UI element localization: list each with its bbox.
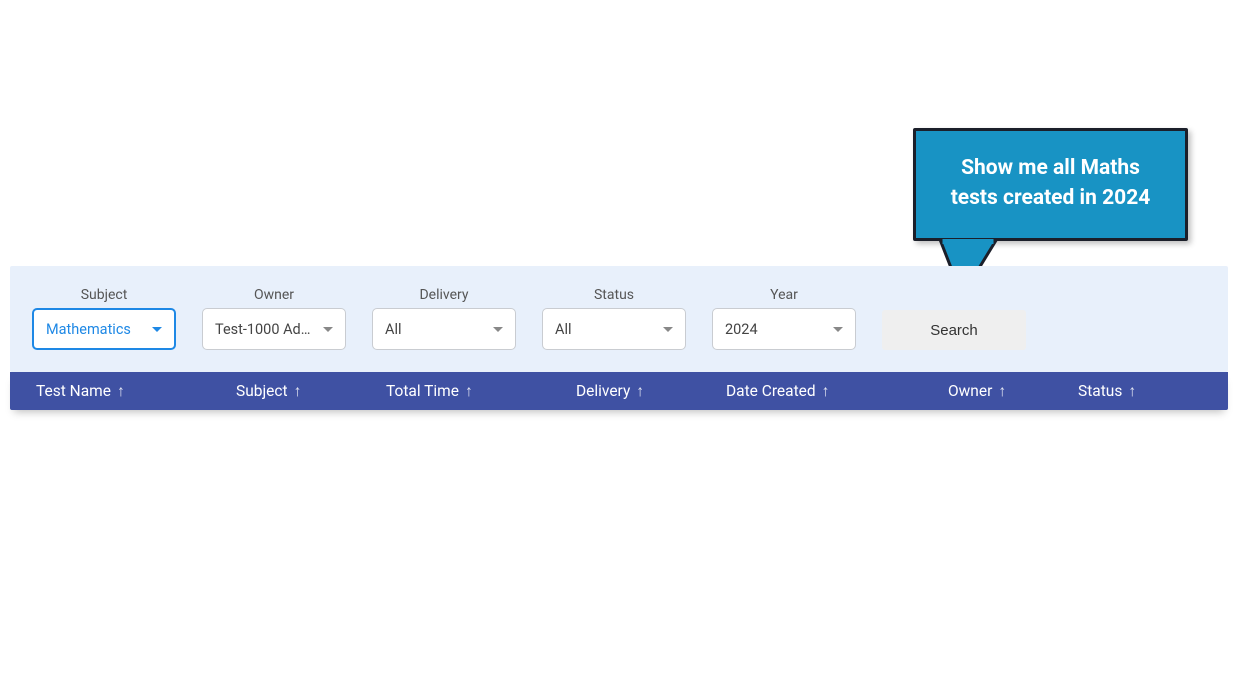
filter-subject: Subject Mathematics — [32, 288, 176, 350]
owner-select-value: Test-1000 Admi… — [215, 321, 315, 338]
sort-asc-icon: ↑ — [294, 382, 302, 401]
column-label: Total Time — [386, 382, 459, 400]
filter-status: Status All — [542, 288, 686, 350]
column-label: Owner — [948, 382, 992, 400]
sort-asc-icon: ↑ — [998, 382, 1006, 401]
filter-owner-label: Owner — [254, 288, 294, 302]
owner-select[interactable]: Test-1000 Admi… — [202, 308, 346, 350]
chevron-down-icon — [323, 327, 333, 332]
callout-text: Show me all Maths tests created in 2024 — [951, 156, 1151, 210]
sort-asc-icon: ↑ — [117, 382, 125, 401]
subject-select[interactable]: Mathematics — [32, 308, 176, 350]
column-status[interactable]: Status ↑ — [1078, 382, 1228, 401]
filter-status-label: Status — [594, 288, 634, 302]
sort-asc-icon: ↑ — [636, 382, 644, 401]
column-label: Status — [1078, 382, 1122, 400]
table-header: Test Name ↑ Subject ↑ Total Time ↑ Deliv… — [10, 372, 1228, 410]
search-button-label: Search — [930, 322, 978, 339]
filter-year-label: Year — [770, 288, 798, 302]
subject-select-value: Mathematics — [46, 321, 131, 338]
column-subject[interactable]: Subject ↑ — [236, 382, 386, 401]
filter-delivery: Delivery All — [372, 288, 516, 350]
column-test-name[interactable]: Test Name ↑ — [36, 382, 236, 401]
status-select[interactable]: All — [542, 308, 686, 350]
filter-delivery-label: Delivery — [419, 288, 468, 302]
delivery-select-value: All — [385, 321, 402, 338]
delivery-select[interactable]: All — [372, 308, 516, 350]
filter-panel: Subject Mathematics Owner Test-1000 Admi… — [10, 266, 1228, 372]
column-delivery[interactable]: Delivery ↑ — [576, 382, 726, 401]
chevron-down-icon — [493, 327, 503, 332]
column-label: Delivery — [576, 382, 630, 400]
column-date-created[interactable]: Date Created ↑ — [726, 382, 948, 401]
search-wrap: Search — [882, 310, 1026, 350]
chevron-down-icon — [833, 327, 843, 332]
chevron-down-icon — [152, 327, 162, 332]
filter-owner: Owner Test-1000 Admi… — [202, 288, 346, 350]
search-button[interactable]: Search — [882, 310, 1026, 350]
sort-asc-icon: ↑ — [1128, 382, 1136, 401]
year-select-value: 2024 — [725, 321, 758, 338]
chevron-down-icon — [663, 327, 673, 332]
status-select-value: All — [555, 321, 572, 338]
sort-asc-icon: ↑ — [822, 382, 830, 401]
column-total-time[interactable]: Total Time ↑ — [386, 382, 576, 401]
filter-year: Year 2024 — [712, 288, 856, 350]
column-label: Date Created — [726, 382, 816, 400]
column-label: Subject — [236, 382, 288, 400]
callout-bubble: Show me all Maths tests created in 2024 — [913, 128, 1188, 241]
column-label: Test Name — [36, 382, 111, 400]
column-owner[interactable]: Owner ↑ — [948, 382, 1078, 401]
year-select[interactable]: 2024 — [712, 308, 856, 350]
filter-subject-label: Subject — [81, 288, 128, 302]
sort-asc-icon: ↑ — [465, 382, 473, 401]
